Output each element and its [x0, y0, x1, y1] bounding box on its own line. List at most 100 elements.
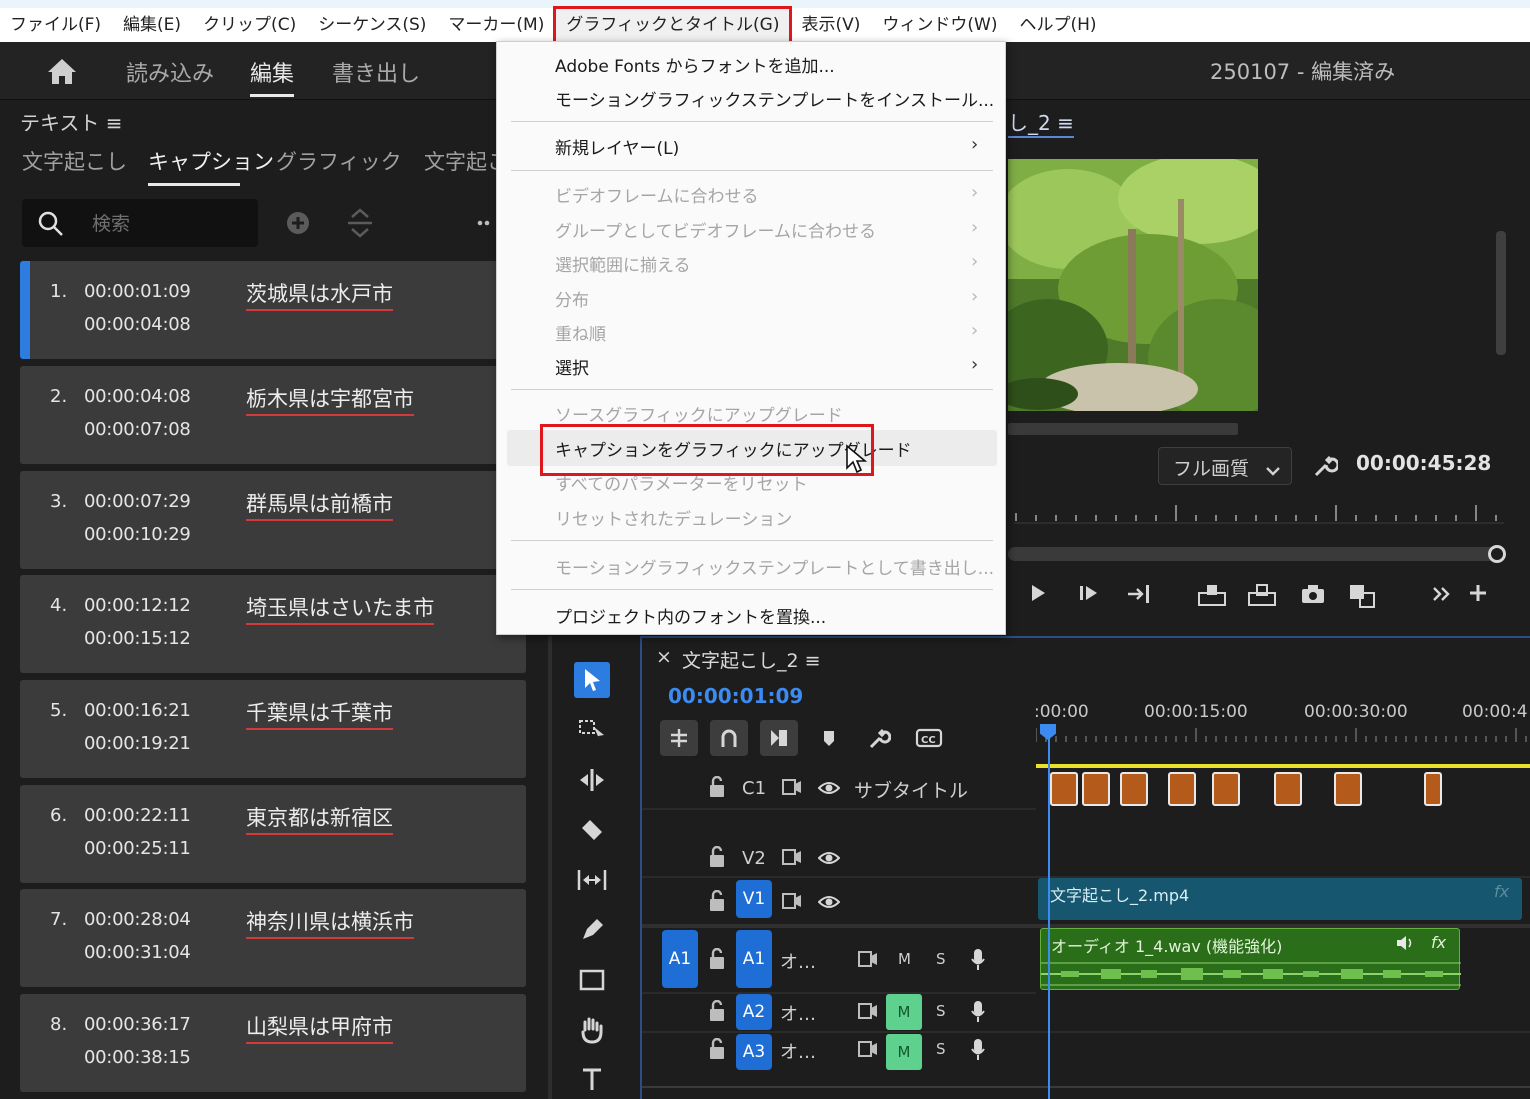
caption-out-time[interactable]: 00:00:07:08 [84, 419, 191, 440]
menu-item-fit-group-video-frame[interactable]: グループとしてビデオフレームに合わせる [555, 217, 876, 242]
lock-icon[interactable] [708, 1037, 726, 1064]
hand-tool-icon[interactable] [574, 1012, 610, 1048]
track-name-a1[interactable]: A1 [736, 930, 772, 988]
menu-item-select[interactable]: 選択 [555, 354, 589, 379]
monitor-scrub-bar[interactable] [1008, 547, 1498, 561]
workspace-tab-import[interactable]: 読み込み [126, 56, 214, 88]
menu-window[interactable]: ウィンドウ(W) [871, 8, 1008, 42]
add-button-icon[interactable] [1468, 583, 1488, 607]
track-name-v2[interactable]: V2 [742, 848, 766, 869]
caption-in-time[interactable]: 00:00:16:21 [84, 700, 191, 721]
source-patch-a1[interactable]: A1 [662, 930, 698, 988]
linked-selection-icon[interactable] [760, 720, 798, 756]
caption-out-time[interactable]: 00:00:31:04 [84, 942, 191, 963]
film-toggle-icon[interactable] [782, 892, 802, 914]
caption-in-time[interactable]: 00:00:04:08 [84, 386, 191, 407]
lock-icon[interactable] [708, 947, 726, 974]
microphone-icon[interactable] [970, 948, 986, 976]
track-label-a1[interactable]: オ… [780, 948, 816, 974]
menu-edit[interactable]: 編集(E) [112, 8, 192, 42]
workspace-tab-export[interactable]: 書き出し [332, 56, 420, 88]
menu-help[interactable]: ヘルプ(H) [1008, 8, 1107, 42]
add-caption-icon[interactable] [286, 211, 310, 239]
monitor-playhead[interactable] [1488, 545, 1506, 563]
caption-clip[interactable] [1274, 772, 1302, 806]
razor-tool-icon[interactable] [574, 812, 610, 848]
timeline-title[interactable]: 文字起こし_2 ≡ [682, 646, 821, 673]
extract-icon[interactable] [1246, 583, 1278, 611]
tab-graphics[interactable]: グラフィック [276, 146, 402, 176]
caption-text[interactable]: 山梨県は甲府市 [246, 1011, 393, 1044]
eye-icon[interactable] [817, 850, 841, 870]
film-toggle-icon[interactable] [858, 950, 878, 972]
menu-item-reset-duration[interactable]: リセットされたデュレーション [555, 505, 792, 530]
menu-item-export-mogrt[interactable]: モーショングラフィックステンプレートとして書き出し... [555, 554, 994, 579]
menu-item-upgrade-to-source-graphic[interactable]: ソースグラフィックにアップグレード [555, 401, 843, 426]
solo-toggle-a2[interactable]: S [936, 1002, 946, 1020]
track-name-c1[interactable]: C1 [742, 778, 766, 799]
lift-icon[interactable] [1196, 583, 1228, 611]
lock-icon[interactable] [708, 889, 726, 916]
caption-item-5[interactable]: 5. 00:00:16:21 00:00:19:21 千葉県は千葉市 [20, 680, 526, 778]
track-name-a3[interactable]: A3 [736, 1034, 772, 1070]
caption-clip[interactable] [1120, 772, 1148, 806]
menu-item-install-mogrt[interactable]: モーショングラフィックステンプレートをインストール... [555, 86, 994, 111]
caption-item-8[interactable]: 8. 00:00:36:17 00:00:38:15 山梨県は甲府市 [20, 994, 526, 1092]
menu-item-align-to-selection[interactable]: 選択範囲に揃える [555, 251, 691, 276]
menu-clip[interactable]: クリップ(C) [192, 8, 307, 42]
caption-out-time[interactable]: 00:00:19:21 [84, 733, 191, 754]
audio-clip[interactable]: オーディオ 1_4.wav (機能強化) fx [1040, 928, 1461, 990]
caption-search[interactable]: 検索 [22, 199, 258, 247]
tab-captions[interactable]: キャプション [148, 146, 274, 176]
merge-split-icon[interactable] [346, 207, 374, 243]
menu-item-arrange[interactable]: 重ね順 [555, 320, 606, 345]
caption-out-time[interactable]: 00:00:25:11 [84, 838, 191, 859]
menu-item-replace-fonts[interactable]: プロジェクト内のフォントを置換... [555, 603, 826, 628]
monitor-title[interactable]: し_2 ≡ [1008, 107, 1074, 138]
more-controls-icon[interactable] [1432, 585, 1452, 607]
slip-tool-icon[interactable] [574, 862, 610, 898]
film-toggle-icon[interactable] [858, 1040, 878, 1062]
caption-item-6[interactable]: 6. 00:00:22:11 00:00:25:11 東京都は新宿区 [20, 785, 526, 883]
workspace-tab-edit[interactable]: 編集 [250, 56, 294, 88]
timeline-ruler[interactable] [1035, 724, 1530, 744]
caption-in-time[interactable]: 00:00:28:04 [84, 909, 191, 930]
timeline-close-icon[interactable]: × [656, 646, 672, 668]
home-icon[interactable] [46, 56, 78, 86]
menu-marker[interactable]: マーカー(M) [437, 8, 555, 42]
go-to-out-icon[interactable] [1126, 583, 1152, 609]
mute-toggle-a3[interactable]: M [886, 1034, 922, 1070]
type-tool-icon[interactable] [574, 1062, 610, 1098]
caption-out-time[interactable]: 00:00:15:12 [84, 628, 191, 649]
work-area-bar[interactable] [1036, 764, 1530, 768]
caption-clip[interactable] [1212, 772, 1240, 806]
wrench-icon[interactable] [1312, 453, 1340, 483]
panel-title[interactable]: テキスト ≡ [20, 107, 123, 136]
microphone-icon[interactable] [970, 1000, 986, 1028]
caption-text[interactable]: 茨城県は水戸市 [246, 278, 393, 311]
caption-text[interactable]: 群馬県は前橋市 [246, 488, 393, 521]
caption-in-time[interactable]: 00:00:12:12 [84, 595, 191, 616]
caption-item-1[interactable]: 1. 00:00:01:09 00:00:04:08 茨城県は水戸市 [20, 261, 526, 359]
microphone-icon[interactable] [970, 1038, 986, 1066]
track-name-a2[interactable]: A2 [736, 994, 772, 1030]
film-toggle-icon[interactable] [782, 778, 802, 800]
more-options-icon[interactable] [476, 213, 496, 237]
menu-file[interactable]: ファイル(F) [0, 8, 112, 42]
menu-item-distribute[interactable]: 分布 [555, 286, 589, 311]
tab-transcript[interactable]: 文字起こし [22, 146, 127, 176]
track-label-a3[interactable]: オ… [780, 1038, 816, 1064]
monitor-vertical-scrollbar[interactable] [1496, 231, 1506, 355]
caption-out-time[interactable]: 00:00:04:08 [84, 314, 191, 335]
caption-clip[interactable] [1050, 772, 1078, 806]
selection-tool-icon[interactable] [574, 662, 610, 698]
monitor-time-ruler[interactable] [1014, 503, 1504, 527]
menu-item-add-adobe-fonts[interactable]: Adobe Fonts からフォントを追加... [555, 52, 835, 77]
track-label-subtitle[interactable]: サブタイトル [854, 776, 968, 803]
caption-text[interactable]: 千葉県は千葉市 [246, 697, 393, 730]
mute-toggle-a1[interactable]: M [898, 950, 911, 968]
track-select-tool-icon[interactable] [574, 712, 610, 748]
menu-graphics-and-titles[interactable]: グラフィックとタイトル(G) [553, 6, 793, 44]
compare-view-icon[interactable] [1348, 583, 1378, 613]
caption-clip[interactable] [1424, 772, 1442, 806]
